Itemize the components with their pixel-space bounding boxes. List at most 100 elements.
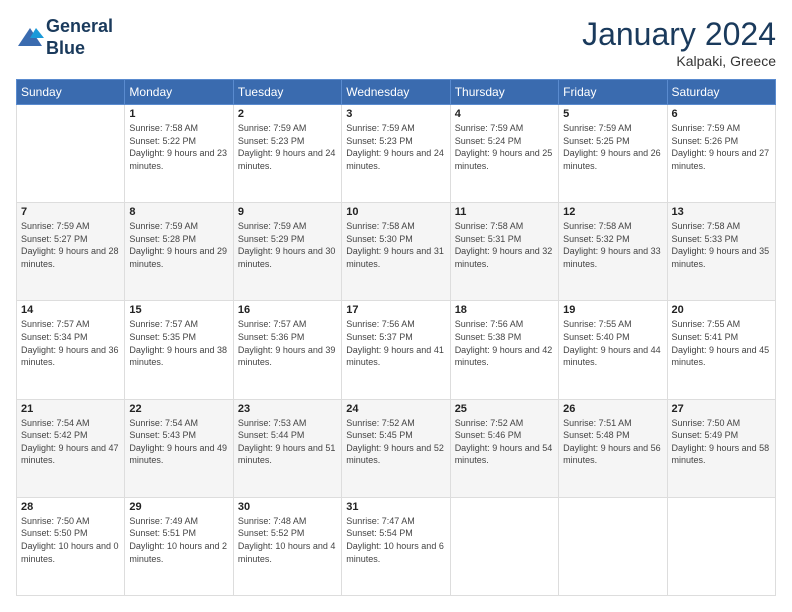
cell-day: 20	[672, 304, 771, 316]
cell-info: Sunrise: 7:55 AMSunset: 5:41 PMDaylight:…	[672, 318, 771, 368]
cell-day: 17	[346, 304, 445, 316]
calendar-cell-r2c5: 19 Sunrise: 7:55 AMSunset: 5:40 PMDaylig…	[559, 301, 667, 399]
calendar-row-4: 28 Sunrise: 7:50 AMSunset: 5:50 PMDaylig…	[17, 497, 776, 595]
cell-day: 14	[21, 304, 120, 316]
cell-day: 11	[455, 206, 554, 218]
cell-day: 13	[672, 206, 771, 218]
header: General Blue January 2024 Kalpaki, Greec…	[16, 16, 776, 69]
cell-info: Sunrise: 7:57 AMSunset: 5:36 PMDaylight:…	[238, 318, 337, 368]
calendar-cell-r4c3: 31 Sunrise: 7:47 AMSunset: 5:54 PMDaylig…	[342, 497, 450, 595]
logo-icon	[16, 24, 44, 52]
calendar-row-1: 7 Sunrise: 7:59 AMSunset: 5:27 PMDayligh…	[17, 203, 776, 301]
weekday-header-row: SundayMondayTuesdayWednesdayThursdayFrid…	[17, 80, 776, 105]
calendar-cell-r3c0: 21 Sunrise: 7:54 AMSunset: 5:42 PMDaylig…	[17, 399, 125, 497]
cell-day: 27	[672, 403, 771, 415]
calendar-cell-r4c0: 28 Sunrise: 7:50 AMSunset: 5:50 PMDaylig…	[17, 497, 125, 595]
calendar-cell-r0c3: 3 Sunrise: 7:59 AMSunset: 5:23 PMDayligh…	[342, 105, 450, 203]
calendar-cell-r2c6: 20 Sunrise: 7:55 AMSunset: 5:41 PMDaylig…	[667, 301, 775, 399]
cell-info: Sunrise: 7:54 AMSunset: 5:42 PMDaylight:…	[21, 417, 120, 467]
calendar-cell-r3c6: 27 Sunrise: 7:50 AMSunset: 5:49 PMDaylig…	[667, 399, 775, 497]
cell-info: Sunrise: 7:54 AMSunset: 5:43 PMDaylight:…	[129, 417, 228, 467]
cell-info: Sunrise: 7:52 AMSunset: 5:46 PMDaylight:…	[455, 417, 554, 467]
weekday-header-sunday: Sunday	[17, 80, 125, 105]
cell-day: 15	[129, 304, 228, 316]
logo: General Blue	[16, 16, 113, 59]
cell-day: 30	[238, 501, 337, 513]
cell-info: Sunrise: 7:59 AMSunset: 5:24 PMDaylight:…	[455, 122, 554, 172]
calendar-cell-r2c0: 14 Sunrise: 7:57 AMSunset: 5:34 PMDaylig…	[17, 301, 125, 399]
calendar-cell-r0c1: 1 Sunrise: 7:58 AMSunset: 5:22 PMDayligh…	[125, 105, 233, 203]
cell-info: Sunrise: 7:51 AMSunset: 5:48 PMDaylight:…	[563, 417, 662, 467]
cell-day: 8	[129, 206, 228, 218]
cell-info: Sunrise: 7:59 AMSunset: 5:27 PMDaylight:…	[21, 220, 120, 270]
weekday-header-tuesday: Tuesday	[233, 80, 341, 105]
calendar-cell-r0c6: 6 Sunrise: 7:59 AMSunset: 5:26 PMDayligh…	[667, 105, 775, 203]
cell-info: Sunrise: 7:52 AMSunset: 5:45 PMDaylight:…	[346, 417, 445, 467]
calendar-cell-r0c2: 2 Sunrise: 7:59 AMSunset: 5:23 PMDayligh…	[233, 105, 341, 203]
cell-day: 12	[563, 206, 662, 218]
calendar-cell-r1c4: 11 Sunrise: 7:58 AMSunset: 5:31 PMDaylig…	[450, 203, 558, 301]
cell-info: Sunrise: 7:59 AMSunset: 5:25 PMDaylight:…	[563, 122, 662, 172]
calendar-cell-r2c3: 17 Sunrise: 7:56 AMSunset: 5:37 PMDaylig…	[342, 301, 450, 399]
calendar-row-3: 21 Sunrise: 7:54 AMSunset: 5:42 PMDaylig…	[17, 399, 776, 497]
cell-day: 18	[455, 304, 554, 316]
cell-info: Sunrise: 7:58 AMSunset: 5:32 PMDaylight:…	[563, 220, 662, 270]
calendar-row-0: 1 Sunrise: 7:58 AMSunset: 5:22 PMDayligh…	[17, 105, 776, 203]
cell-day: 28	[21, 501, 120, 513]
calendar-cell-r3c2: 23 Sunrise: 7:53 AMSunset: 5:44 PMDaylig…	[233, 399, 341, 497]
calendar-cell-r4c2: 30 Sunrise: 7:48 AMSunset: 5:52 PMDaylig…	[233, 497, 341, 595]
page: General Blue January 2024 Kalpaki, Greec…	[0, 0, 792, 612]
cell-info: Sunrise: 7:48 AMSunset: 5:52 PMDaylight:…	[238, 515, 337, 565]
cell-day: 6	[672, 108, 771, 120]
cell-day: 21	[21, 403, 120, 415]
weekday-header-monday: Monday	[125, 80, 233, 105]
logo-text: General Blue	[46, 16, 113, 59]
cell-info: Sunrise: 7:59 AMSunset: 5:28 PMDaylight:…	[129, 220, 228, 270]
cell-day: 25	[455, 403, 554, 415]
cell-info: Sunrise: 7:57 AMSunset: 5:34 PMDaylight:…	[21, 318, 120, 368]
cell-day: 29	[129, 501, 228, 513]
cell-info: Sunrise: 7:59 AMSunset: 5:26 PMDaylight:…	[672, 122, 771, 172]
calendar-cell-r2c2: 16 Sunrise: 7:57 AMSunset: 5:36 PMDaylig…	[233, 301, 341, 399]
cell-info: Sunrise: 7:58 AMSunset: 5:30 PMDaylight:…	[346, 220, 445, 270]
cell-info: Sunrise: 7:50 AMSunset: 5:50 PMDaylight:…	[21, 515, 120, 565]
calendar-row-2: 14 Sunrise: 7:57 AMSunset: 5:34 PMDaylig…	[17, 301, 776, 399]
month-title: January 2024	[582, 16, 776, 53]
cell-info: Sunrise: 7:49 AMSunset: 5:51 PMDaylight:…	[129, 515, 228, 565]
cell-info: Sunrise: 7:59 AMSunset: 5:29 PMDaylight:…	[238, 220, 337, 270]
location: Kalpaki, Greece	[582, 53, 776, 69]
calendar-cell-r4c1: 29 Sunrise: 7:49 AMSunset: 5:51 PMDaylig…	[125, 497, 233, 595]
calendar-table: SundayMondayTuesdayWednesdayThursdayFrid…	[16, 79, 776, 596]
calendar-cell-r4c6	[667, 497, 775, 595]
calendar-cell-r3c3: 24 Sunrise: 7:52 AMSunset: 5:45 PMDaylig…	[342, 399, 450, 497]
calendar-cell-r3c5: 26 Sunrise: 7:51 AMSunset: 5:48 PMDaylig…	[559, 399, 667, 497]
calendar-cell-r1c2: 9 Sunrise: 7:59 AMSunset: 5:29 PMDayligh…	[233, 203, 341, 301]
cell-day: 16	[238, 304, 337, 316]
cell-day: 22	[129, 403, 228, 415]
calendar-cell-r1c3: 10 Sunrise: 7:58 AMSunset: 5:30 PMDaylig…	[342, 203, 450, 301]
weekday-header-friday: Friday	[559, 80, 667, 105]
cell-day: 31	[346, 501, 445, 513]
logo-line2: Blue	[46, 38, 113, 60]
cell-day: 19	[563, 304, 662, 316]
calendar-cell-r0c4: 4 Sunrise: 7:59 AMSunset: 5:24 PMDayligh…	[450, 105, 558, 203]
calendar-cell-r3c4: 25 Sunrise: 7:52 AMSunset: 5:46 PMDaylig…	[450, 399, 558, 497]
cell-info: Sunrise: 7:58 AMSunset: 5:31 PMDaylight:…	[455, 220, 554, 270]
calendar-cell-r2c1: 15 Sunrise: 7:57 AMSunset: 5:35 PMDaylig…	[125, 301, 233, 399]
logo-line1: General	[46, 16, 113, 38]
calendar-cell-r0c5: 5 Sunrise: 7:59 AMSunset: 5:25 PMDayligh…	[559, 105, 667, 203]
cell-info: Sunrise: 7:58 AMSunset: 5:33 PMDaylight:…	[672, 220, 771, 270]
cell-day: 7	[21, 206, 120, 218]
cell-day: 10	[346, 206, 445, 218]
cell-day: 1	[129, 108, 228, 120]
cell-day: 23	[238, 403, 337, 415]
cell-info: Sunrise: 7:56 AMSunset: 5:37 PMDaylight:…	[346, 318, 445, 368]
cell-info: Sunrise: 7:58 AMSunset: 5:22 PMDaylight:…	[129, 122, 228, 172]
cell-info: Sunrise: 7:47 AMSunset: 5:54 PMDaylight:…	[346, 515, 445, 565]
calendar-cell-r0c0	[17, 105, 125, 203]
cell-day: 9	[238, 206, 337, 218]
calendar-cell-r4c5	[559, 497, 667, 595]
weekday-header-thursday: Thursday	[450, 80, 558, 105]
title-block: January 2024 Kalpaki, Greece	[582, 16, 776, 69]
cell-info: Sunrise: 7:55 AMSunset: 5:40 PMDaylight:…	[563, 318, 662, 368]
